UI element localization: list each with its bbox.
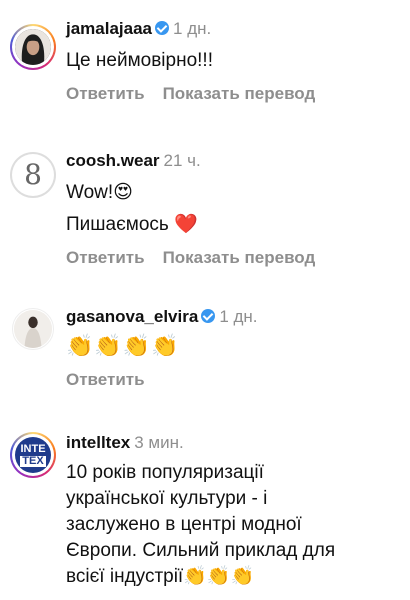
brand-logo-icon: 8 (24, 158, 42, 191)
timestamp: 3 мин. (134, 433, 184, 452)
profile-photo-icon (14, 310, 52, 348)
verified-badge-icon (155, 21, 170, 35)
profile-photo-icon (15, 29, 51, 65)
timestamp: 1 дн. (173, 19, 212, 38)
username[interactable]: coosh.wear (66, 151, 160, 170)
avatar[interactable] (10, 24, 56, 70)
avatar[interactable] (12, 308, 54, 350)
comment-text: 👏👏👏👏 (66, 333, 180, 358)
reply-button[interactable]: Ответить (66, 370, 145, 389)
comment-text: Wow!😍 Пишаємось ❤️ (66, 182, 198, 235)
avatar[interactable]: 8 (10, 152, 56, 198)
show-translation-button[interactable]: Показать перевод (163, 248, 316, 267)
username[interactable]: jamalajaaa (66, 19, 152, 38)
username[interactable]: gasanova_elvira (66, 307, 198, 326)
comment-text: 10 років популяризації української культ… (66, 462, 336, 587)
brand-logo-text: TEX (20, 454, 46, 467)
avatar[interactable]: INTE TEX (10, 432, 56, 478)
timestamp: 1 дн. (219, 307, 258, 326)
reply-button[interactable]: Ответить (66, 248, 145, 267)
username[interactable]: intelltex (66, 433, 130, 452)
verified-badge-icon (201, 309, 216, 323)
show-translation-button[interactable]: Показать перевод (163, 84, 316, 103)
reply-button[interactable]: Ответить (66, 84, 145, 103)
comment-text: Це неймовірно!!! (66, 50, 213, 71)
timestamp: 21 ч. (163, 151, 201, 170)
brand-logo-icon: INTE (20, 442, 46, 455)
